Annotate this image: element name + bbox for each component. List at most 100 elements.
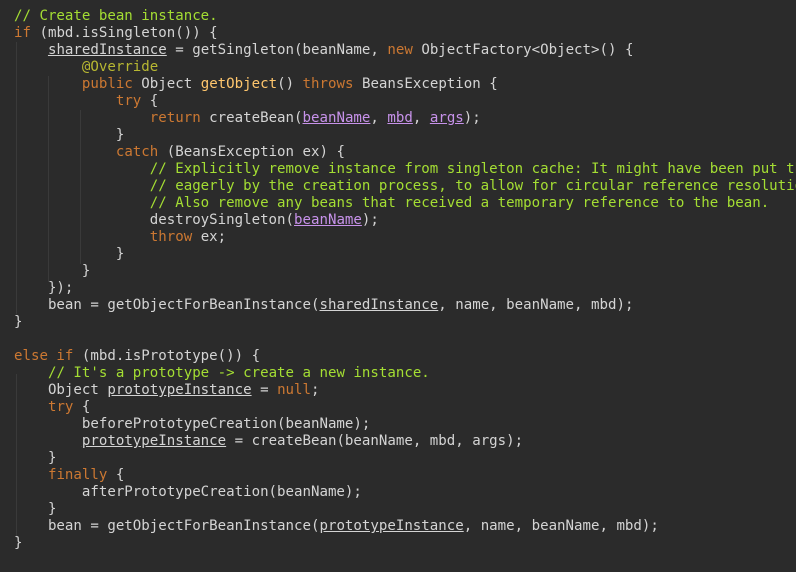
- code-line[interactable]: @Override: [14, 59, 796, 76]
- code-token: afterPrototypeCreation(beanName);: [14, 484, 362, 500]
- code-token: }: [14, 127, 125, 143]
- code-token: new: [387, 42, 413, 58]
- code-line[interactable]: // It's a prototype -> create a new inst…: [14, 365, 796, 382]
- code-token: catch: [115, 144, 159, 160]
- code-token: ObjectFactory<Object>() {: [412, 42, 634, 58]
- code-token: try: [115, 93, 142, 109]
- code-token: ex;: [192, 229, 227, 245]
- code-token: BeansException {: [353, 76, 498, 92]
- code-token: // It's a prototype -> create a new inst…: [47, 365, 430, 381]
- code-token: sharedInstance: [319, 297, 439, 313]
- code-token: {: [141, 93, 159, 109]
- code-token: );: [361, 212, 379, 228]
- code-line[interactable]: afterPrototypeCreation(beanName);: [14, 484, 796, 501]
- code-line[interactable]: try {: [14, 399, 796, 416]
- code-token: public: [81, 76, 133, 92]
- code-token: (mbd.isPrototype()) {: [73, 348, 261, 364]
- code-line[interactable]: [14, 331, 796, 348]
- code-token: finally: [47, 467, 108, 483]
- code-token: (BeansException ex) {: [158, 144, 345, 160]
- code-line[interactable]: beforePrototypeCreation(beanName);: [14, 416, 796, 433]
- code-line[interactable]: prototypeInstance = createBean(beanName,…: [14, 433, 796, 450]
- code-token: }: [14, 450, 57, 466]
- code-token: bean = getObjectForBeanInstance(: [14, 518, 320, 534]
- code-token: }: [14, 501, 57, 517]
- code-line[interactable]: // Create bean instance.: [14, 8, 796, 25]
- code-line[interactable]: sharedInstance = getSingleton(beanName, …: [14, 42, 796, 59]
- code-line[interactable]: if (mbd.isSingleton()) {: [14, 25, 796, 42]
- code-token: @Override: [81, 59, 159, 75]
- code-line[interactable]: throw ex;: [14, 229, 796, 246]
- code-line[interactable]: bean = getObjectForBeanInstance(prototyp…: [14, 518, 796, 535]
- code-token: getObject: [200, 76, 278, 92]
- code-token: prototypeInstance: [81, 433, 227, 449]
- code-text[interactable]: // Create bean instance. if (mbd.isSingle…: [14, 8, 796, 552]
- code-token: }: [14, 314, 23, 330]
- code-line[interactable]: return createBean(beanName, mbd, args);: [14, 110, 796, 127]
- code-token: ;: [311, 382, 320, 398]
- code-token: sharedInstance: [47, 42, 167, 58]
- code-line[interactable]: });: [14, 280, 796, 297]
- code-token: );: [463, 110, 481, 126]
- code-token: args: [429, 110, 464, 126]
- code-line[interactable]: public Object getObject() throws BeansEx…: [14, 76, 796, 93]
- code-line[interactable]: }: [14, 501, 796, 518]
- code-token: // Explicitly remove instance from singl…: [149, 161, 796, 177]
- code-line[interactable]: // eagerly by the creation process, to a…: [14, 178, 796, 195]
- code-line[interactable]: finally {: [14, 467, 796, 484]
- code-token: else if: [14, 348, 74, 364]
- code-token: createBean(: [200, 110, 303, 126]
- code-line[interactable]: }: [14, 246, 796, 263]
- code-token: throw: [149, 229, 193, 245]
- code-line[interactable]: }: [14, 535, 796, 552]
- code-token: beforePrototypeCreation(beanName);: [14, 416, 371, 432]
- code-token: , name, beanName, mbd);: [463, 518, 659, 534]
- code-token: beanName: [302, 110, 371, 126]
- code-token: // eagerly by the creation process, to a…: [149, 178, 796, 194]
- code-line[interactable]: }: [14, 450, 796, 467]
- code-token: (mbd.isSingleton()) {: [30, 25, 218, 41]
- code-line[interactable]: Object prototypeInstance = null;: [14, 382, 796, 399]
- code-token: }: [14, 535, 23, 551]
- code-token: =: [251, 382, 278, 398]
- code-token: throws: [302, 76, 354, 92]
- code-line[interactable]: }: [14, 263, 796, 280]
- code-editor[interactable]: // Create bean instance. if (mbd.isSingle…: [0, 0, 796, 572]
- code-token: {: [73, 399, 91, 415]
- code-token: ,: [370, 110, 388, 126]
- code-token: beanName: [294, 212, 362, 228]
- code-token: try: [47, 399, 74, 415]
- code-token: // Create bean instance.: [14, 8, 218, 24]
- code-line[interactable]: // Explicitly remove instance from singl…: [14, 161, 796, 178]
- code-line[interactable]: // Also remove any beans that received a…: [14, 195, 796, 212]
- code-line[interactable]: try {: [14, 93, 796, 110]
- code-token: {: [107, 467, 125, 483]
- code-token: bean = getObjectForBeanInstance(: [14, 297, 320, 313]
- code-token: // Also remove any beans that received a…: [149, 195, 770, 211]
- code-line[interactable]: catch (BeansException ex) {: [14, 144, 796, 161]
- code-token: prototypeInstance: [107, 382, 252, 398]
- code-line[interactable]: else if (mbd.isPrototype()) {: [14, 348, 796, 365]
- code-line[interactable]: bean = getObjectForBeanInstance(sharedIn…: [14, 297, 796, 314]
- code-line[interactable]: }: [14, 127, 796, 144]
- code-token: = getSingleton(beanName,: [166, 42, 388, 58]
- code-line[interactable]: }: [14, 314, 796, 331]
- code-token: destroySingleton(: [14, 212, 295, 228]
- code-token: , name, beanName, mbd);: [438, 297, 634, 313]
- code-token: ,: [412, 110, 430, 126]
- code-token: }: [14, 263, 91, 279]
- code-line[interactable]: destroySingleton(beanName);: [14, 212, 796, 229]
- code-token: Object: [14, 382, 108, 398]
